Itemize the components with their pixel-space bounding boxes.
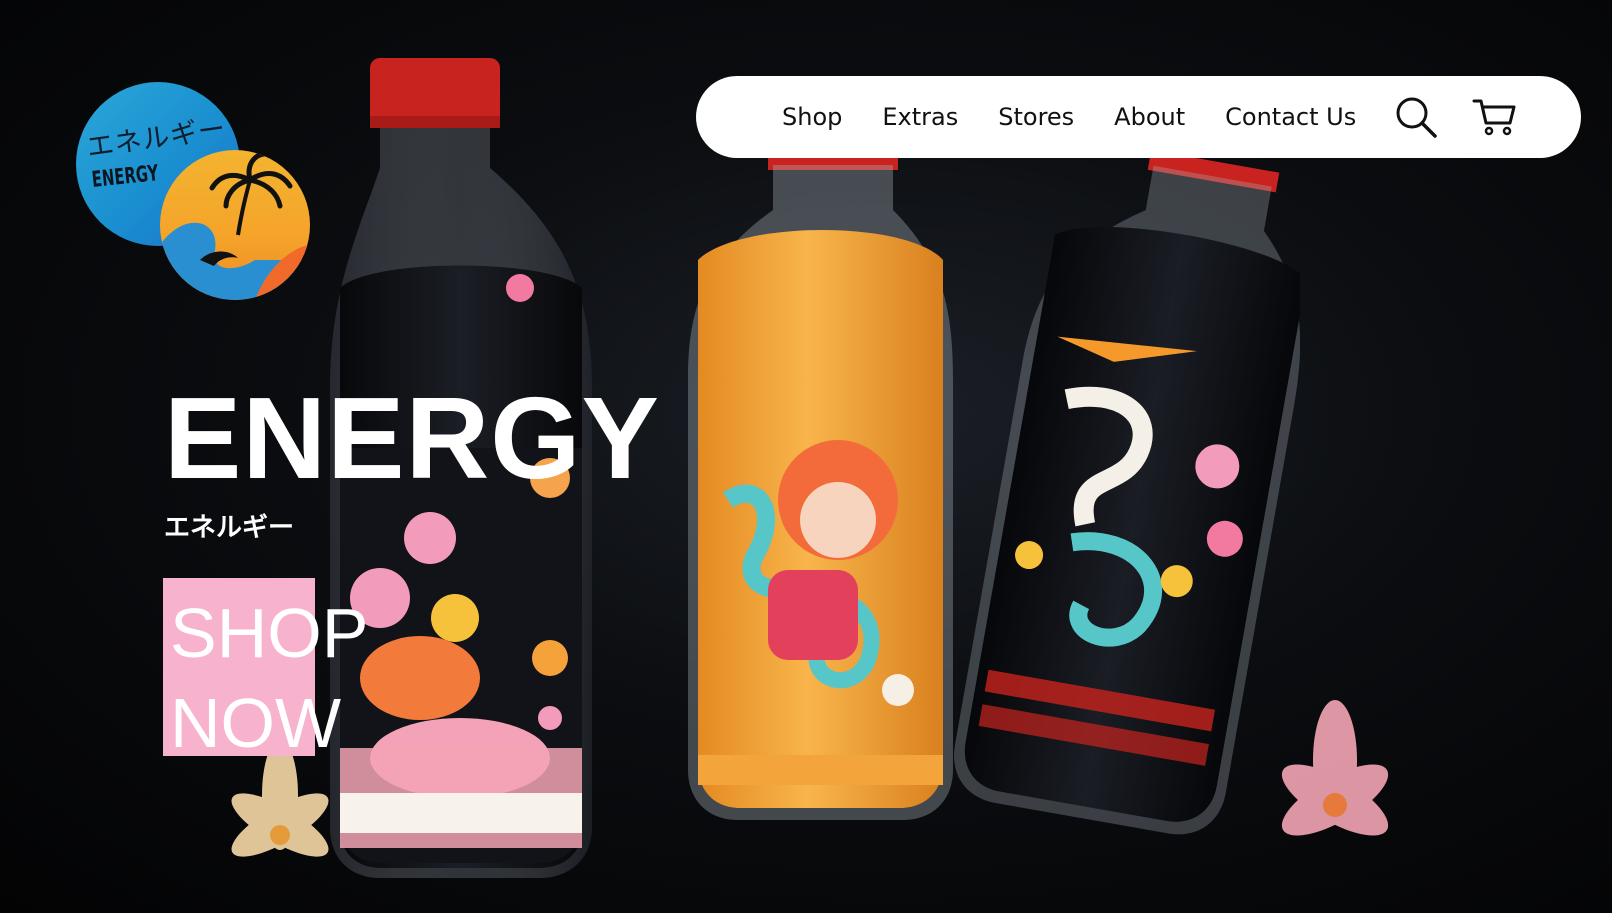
brand-logo[interactable]: エネルギー ENERGY: [76, 82, 311, 300]
nav-link-stores[interactable]: Stores: [998, 103, 1074, 131]
hero-title: ENERGY: [164, 373, 660, 503]
main-nav: Shop Extras Stores About Contact Us: [696, 76, 1581, 158]
hero-subtitle: エネルギー: [164, 513, 295, 543]
shop-now-button[interactable]: SHOP NOW: [170, 588, 410, 768]
nav-links: Shop Extras Stores About Contact Us: [782, 103, 1396, 131]
nav-link-about[interactable]: About: [1114, 103, 1185, 131]
nav-link-contact-us[interactable]: Contact Us: [1225, 103, 1356, 131]
palm-tree-wave-icon: [160, 151, 310, 300]
cart-icon[interactable]: [1472, 97, 1516, 137]
nav-link-extras[interactable]: Extras: [882, 103, 958, 131]
lily-flower-right: [1281, 700, 1389, 836]
search-icon[interactable]: [1394, 95, 1438, 139]
nav-link-shop[interactable]: Shop: [782, 103, 842, 131]
hero-stage: エネルギー ENERGY Shop Extras Stores About Co…: [0, 0, 1612, 913]
bottle-middle-image: [688, 150, 953, 820]
logo-orange-circle: [160, 150, 310, 300]
